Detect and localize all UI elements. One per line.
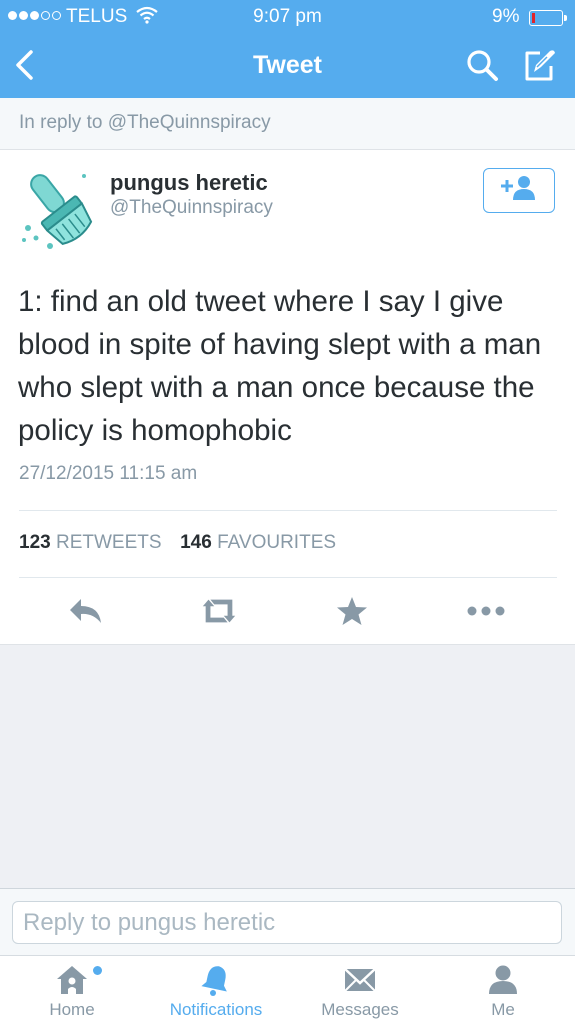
user-handle[interactable]: @TheQuinnspiracy: [110, 197, 273, 219]
favourites-label[interactable]: FAVOURITES: [217, 532, 336, 553]
avatar[interactable]: [14, 166, 100, 252]
battery-icon: [529, 10, 567, 26]
home-icon: [55, 964, 89, 996]
follow-button[interactable]: [483, 168, 555, 213]
tweet-timestamp: 27/12/2015 11:15 am: [19, 463, 198, 484]
retweets-label[interactable]: RETWEETS: [56, 532, 162, 553]
display-name[interactable]: pungus heretic: [110, 170, 268, 196]
tab-home[interactable]: Home: [0, 956, 144, 1024]
reply-context-text: In reply to @TheQuinnspiracy: [19, 112, 271, 133]
reply-context-bar[interactable]: In reply to @TheQuinnspiracy: [0, 98, 575, 150]
envelope-icon: [343, 964, 377, 996]
tweet-detail-screen: TELUS 9:07 pm 9% Tweet In reply to @TheQ…: [0, 0, 575, 1024]
more-icon[interactable]: [466, 593, 506, 629]
favourite-star-icon[interactable]: [332, 593, 372, 629]
bell-icon: [199, 964, 233, 996]
nav-bar: Tweet: [0, 34, 575, 98]
header: TELUS 9:07 pm 9% Tweet: [0, 0, 575, 98]
search-icon[interactable]: [465, 48, 501, 84]
reply-bar: [0, 888, 575, 956]
add-user-icon: [499, 174, 539, 207]
tab-label: Me: [491, 1000, 515, 1019]
compose-icon[interactable]: [520, 46, 560, 86]
reply-icon[interactable]: [66, 593, 106, 629]
tab-notifications[interactable]: Notifications: [144, 956, 288, 1024]
reply-input[interactable]: [12, 901, 562, 944]
divider: [19, 510, 557, 511]
favourites-count[interactable]: 146: [180, 532, 212, 553]
battery-percent: 9%: [492, 6, 520, 27]
tab-label: Messages: [321, 1000, 399, 1019]
tweet-card: pungus heretic @TheQuinnspiracy 1: find …: [0, 150, 575, 645]
status-time: 9:07 pm: [253, 6, 322, 27]
tab-messages[interactable]: Messages: [288, 956, 432, 1024]
person-icon: [486, 964, 520, 996]
tweet-stats: 123 RETWEETS 146 FAVOURITES: [19, 532, 336, 554]
new-content-dot: [93, 966, 102, 975]
tweet-text: 1: find an old tweet where I say I give …: [18, 285, 542, 447]
divider: [19, 577, 557, 578]
tab-me[interactable]: Me: [431, 956, 575, 1024]
retweet-icon[interactable]: [199, 593, 239, 629]
status-bar: TELUS 9:07 pm 9%: [0, 0, 575, 34]
tab-bar: Home Notifications Messages Me: [0, 955, 575, 1024]
tab-label: Home: [49, 1000, 95, 1019]
tab-label: Notifications: [169, 1000, 263, 1019]
retweets-count[interactable]: 123: [19, 532, 51, 553]
